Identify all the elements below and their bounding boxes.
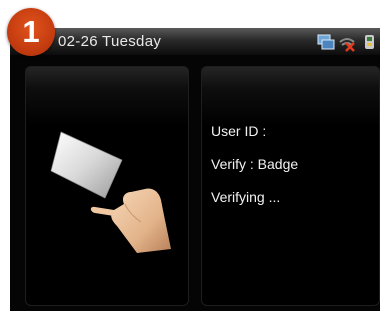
user-id-label: User ID : (211, 123, 267, 139)
verification-status: Verifying ... (211, 189, 281, 205)
status-icons (317, 34, 374, 52)
usb-icon (365, 35, 374, 49)
status-bar: 02-26 Tuesday (10, 28, 380, 55)
wifi-disconnected-icon (339, 38, 355, 52)
card-image-panel (25, 66, 189, 306)
step-number-badge: 1 (7, 8, 55, 56)
hand-holding-card-icon (50, 131, 171, 253)
device-screen: 02-26 Tuesday User ID: Verify: Badge V… (10, 28, 380, 311)
verify-mode-label: Verify : Badge (211, 156, 299, 172)
verification-info-panel: User ID : Verify : Badge Verifying ... (201, 66, 380, 306)
status-date: 02-26 Tuesday (58, 33, 162, 50)
network-icon (317, 34, 335, 50)
